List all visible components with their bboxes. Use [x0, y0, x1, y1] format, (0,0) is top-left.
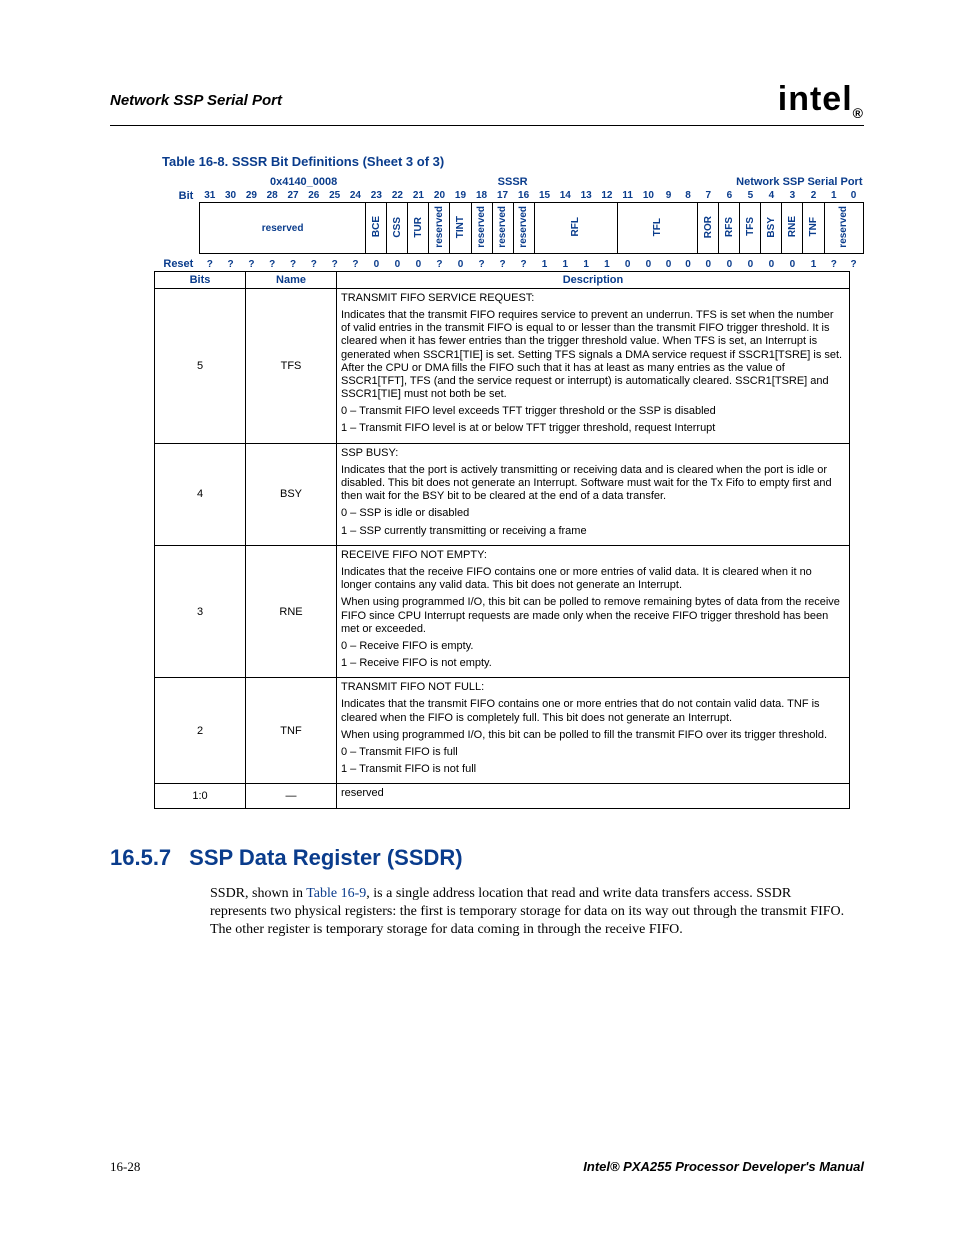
bit-header-table: 0x4140_0008SSSRNetwork SSP Serial PortBi… — [154, 175, 864, 271]
page-number: 16-28 — [110, 1159, 140, 1175]
register-table-wrapper: 0x4140_0008SSSRNetwork SSP Serial PortBi… — [154, 175, 864, 809]
bit-definition-table: BitsNameDescription5TFSTRANSMIT FIFO SER… — [154, 271, 850, 809]
section-heading: 16.5.7 SSP Data Register (SSDR) — [110, 845, 864, 871]
table-ref-link[interactable]: Table 16-9 — [306, 886, 366, 901]
footer-manual-title: Intel® PXA255 Processor Developer's Manu… — [583, 1159, 864, 1175]
page-footer: 16-28 Intel® PXA255 Processor Developer'… — [110, 1159, 864, 1175]
section-paragraph: SSDR, shown in Table 16-9, is a single a… — [210, 885, 850, 940]
intel-logo: intel® — [778, 80, 864, 121]
table-caption: Table 16-8. SSSR Bit Definitions (Sheet … — [162, 154, 864, 169]
header-section-title: Network SSP Serial Port — [110, 92, 282, 109]
page-header: Network SSP Serial Port intel® — [110, 80, 864, 126]
section-title: SSP Data Register (SSDR) — [189, 845, 462, 871]
section-number: 16.5.7 — [110, 845, 171, 871]
